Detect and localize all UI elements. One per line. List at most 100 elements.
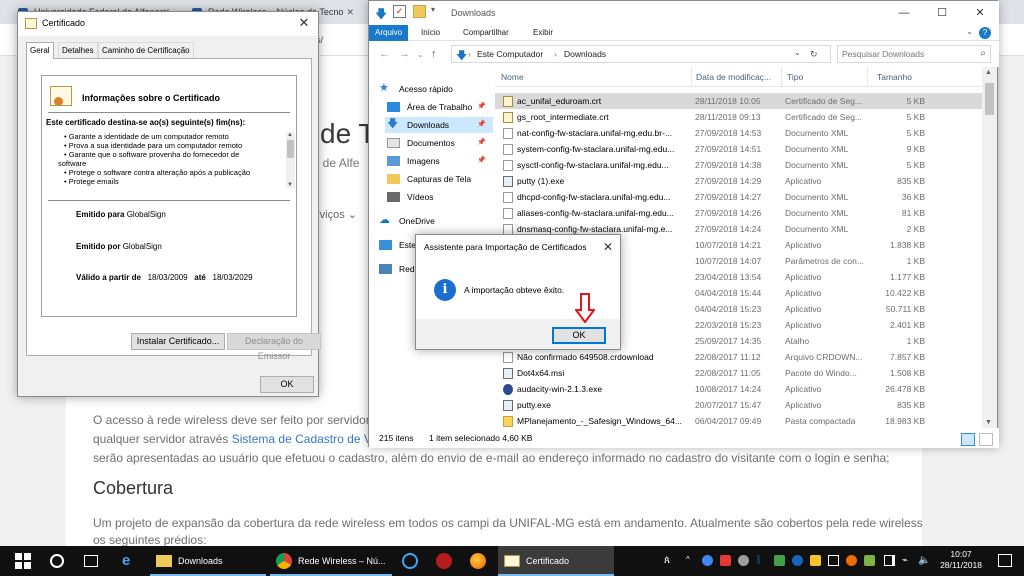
- column-header-type[interactable]: Tipo: [787, 72, 803, 82]
- task-view-button[interactable]: [80, 546, 104, 576]
- scroll-down-icon[interactable]: ▼: [985, 419, 992, 426]
- tab-compartilhar[interactable]: Compartilhar: [457, 25, 515, 41]
- show-hidden-icons-icon[interactable]: ^: [686, 555, 697, 566]
- table-row[interactable]: Não confirmado 649508.crdownload 22/08/20…: [495, 349, 988, 365]
- tray-app-icon[interactable]: [828, 555, 839, 566]
- expand-ribbon-icon[interactable]: ⌄: [966, 27, 973, 36]
- window-titlebar[interactable]: Certificado ✕: [18, 12, 318, 36]
- recent-locations-icon[interactable]: ⌄: [417, 50, 424, 59]
- taskbar-item-chrome[interactable]: Rede Wireless – Nú...: [270, 546, 392, 576]
- scroll-up-icon[interactable]: ▲: [985, 69, 992, 76]
- taskbar-item-certificado[interactable]: Certificado: [498, 546, 614, 576]
- taskbar-firefox[interactable]: [464, 546, 492, 576]
- table-row[interactable]: MPlanejamento_-_Safesign_Windows_64... 06…: [495, 413, 988, 428]
- nav-item-este-computador[interactable]: Este: [377, 237, 416, 253]
- taskbar-app[interactable]: [396, 546, 424, 576]
- tray-app-icon[interactable]: [774, 555, 785, 566]
- table-row[interactable]: system-config-fw-staclara.unifal-mg.edu.…: [495, 141, 988, 157]
- tray-app-icon[interactable]: [846, 555, 857, 566]
- tab-caminho-certificacao[interactable]: Caminho de Certificação: [98, 42, 194, 58]
- table-row[interactable]: ac_unifal_eduroam.crt 28/11/2018 10:05 Cer…: [495, 93, 988, 109]
- large-icons-view-icon[interactable]: [979, 433, 993, 446]
- scroll-up-icon[interactable]: ▲: [287, 132, 293, 138]
- maximize-icon[interactable]: ☐: [923, 1, 961, 25]
- new-folder-icon[interactable]: [413, 5, 426, 18]
- breadcrumb-este-computador[interactable]: Este Computador: [477, 49, 543, 59]
- tray-app-icon[interactable]: [720, 555, 731, 566]
- ok-button[interactable]: OK: [552, 327, 606, 344]
- up-icon[interactable]: ↑: [431, 48, 437, 60]
- column-header-date[interactable]: Data de modificaç...: [696, 72, 771, 82]
- column-divider[interactable]: [691, 67, 692, 87]
- ok-button[interactable]: OK: [260, 376, 314, 393]
- battery-icon[interactable]: [884, 555, 895, 566]
- table-row[interactable]: sysctl-config-fw-staclara.unifal-mg.edu.…: [495, 157, 988, 173]
- tray-app-icon[interactable]: [792, 555, 803, 566]
- close-icon[interactable]: ✕: [596, 235, 620, 259]
- nav-item-area-de-trabalho[interactable]: Área de Trabalho 📌: [385, 99, 486, 115]
- tab-inicio[interactable]: Início: [415, 25, 446, 41]
- search-icon[interactable]: ⌕: [980, 48, 986, 59]
- nav-item-acesso-rapido[interactable]: ★ Acesso rápido: [377, 81, 453, 97]
- nav-item-rede[interactable]: Rede: [377, 261, 419, 277]
- back-icon[interactable]: ←: [379, 48, 390, 60]
- close-icon[interactable]: ✕: [961, 1, 999, 25]
- refresh-icon[interactable]: ↻: [810, 49, 818, 60]
- taskbar-edge[interactable]: e: [116, 546, 144, 576]
- page-nav-fragment[interactable]: rviços ⌄: [316, 208, 357, 221]
- address-dropdown-icon[interactable]: ⌄: [794, 48, 801, 57]
- volume-icon[interactable]: 🔈: [918, 555, 930, 566]
- scrollbar-thumb[interactable]: [985, 83, 994, 115]
- nav-item-imagens[interactable]: Imagens 📌: [385, 153, 486, 169]
- bluetooth-icon[interactable]: ᛒ: [756, 555, 767, 566]
- taskbar-item-downloads[interactable]: Downloads: [150, 546, 266, 576]
- network-tray-icon[interactable]: ⌁: [902, 555, 913, 566]
- tab-geral[interactable]: Geral: [26, 42, 54, 59]
- close-icon[interactable]: ✕: [290, 12, 318, 36]
- properties-icon[interactable]: ✓: [393, 5, 406, 18]
- nav-item-documentos[interactable]: Documentos 📌: [385, 135, 486, 151]
- minimize-icon[interactable]: —: [885, 1, 923, 25]
- table-row[interactable]: aliases-config-fw-staclara.unifal-mg.edu…: [495, 205, 988, 221]
- address-bar[interactable]: 🡇 › Este Computador › Downloads ⌄ ↻: [451, 45, 831, 63]
- issuer-statement-button[interactable]: Declaração do Emissor: [227, 333, 321, 361]
- customize-toolbar-icon[interactable]: ▾: [431, 5, 444, 18]
- people-icon[interactable]: ጰ: [664, 555, 675, 566]
- breadcrumb-downloads[interactable]: Downloads: [564, 49, 606, 59]
- tray-app-icon[interactable]: [864, 555, 875, 566]
- search-input[interactable]: [842, 48, 970, 60]
- start-button[interactable]: [10, 546, 40, 576]
- search-field[interactable]: ⌕: [837, 45, 991, 63]
- window-titlebar[interactable]: 🡇 ✓ ▾ Downloads — ☐ ✕: [369, 1, 999, 25]
- help-icon[interactable]: ?: [979, 27, 991, 39]
- file-list-scrollbar[interactable]: ▲ ▼: [982, 67, 997, 428]
- dialog-title[interactable]: Assistente para Importação de Certificad…: [416, 235, 620, 259]
- forward-icon[interactable]: →: [399, 48, 410, 60]
- install-certificate-button[interactable]: Instalar Certificado...: [131, 333, 225, 350]
- system-clock[interactable]: 10:07 28/11/2018: [940, 549, 982, 571]
- column-header-size[interactable]: Tamanho: [877, 72, 912, 82]
- table-row[interactable]: Dot4x64.msi 22/08/2017 11:05 Pacote do Win…: [495, 365, 988, 381]
- column-divider[interactable]: [867, 67, 868, 87]
- search-button[interactable]: [46, 546, 70, 576]
- scrollbar-thumb[interactable]: [287, 140, 294, 158]
- details-view-icon[interactable]: [961, 433, 975, 446]
- taskbar-app[interactable]: [430, 546, 458, 576]
- table-row[interactable]: gs_root_intermediate.crt 28/11/2018 09:13…: [495, 109, 988, 125]
- purpose-scrollbar[interactable]: ▲ ▼: [286, 132, 295, 188]
- tab-arquivo[interactable]: Arquivo: [369, 25, 409, 41]
- nav-item-onedrive[interactable]: ☁ OneDrive: [377, 213, 435, 229]
- download-arrow-icon[interactable]: 🡇: [375, 5, 388, 21]
- tab-detalhes[interactable]: Detalhes: [58, 42, 98, 58]
- table-row[interactable]: putty.exe 20/07/2017 15:47 Aplicativo 835 K…: [495, 397, 988, 413]
- table-row[interactable]: audacity-win-2.1.3.exe 10/08/2017 14:24 Ap…: [495, 381, 988, 397]
- column-divider[interactable]: [781, 67, 782, 87]
- scroll-down-icon[interactable]: ▼: [287, 182, 293, 188]
- table-row[interactable]: dhcpd-config-fw-staclara.unifal-mg.edu..…: [495, 189, 988, 205]
- nav-item-downloads[interactable]: 🡇 Downloads 📌: [385, 117, 493, 133]
- nav-item-capturas-de-tela[interactable]: Capturas de Tela: [385, 171, 471, 187]
- tray-app-icon[interactable]: [738, 555, 749, 566]
- tray-app-icon[interactable]: [810, 555, 821, 566]
- tray-app-icon[interactable]: [702, 555, 713, 566]
- notifications-icon[interactable]: [998, 554, 1012, 567]
